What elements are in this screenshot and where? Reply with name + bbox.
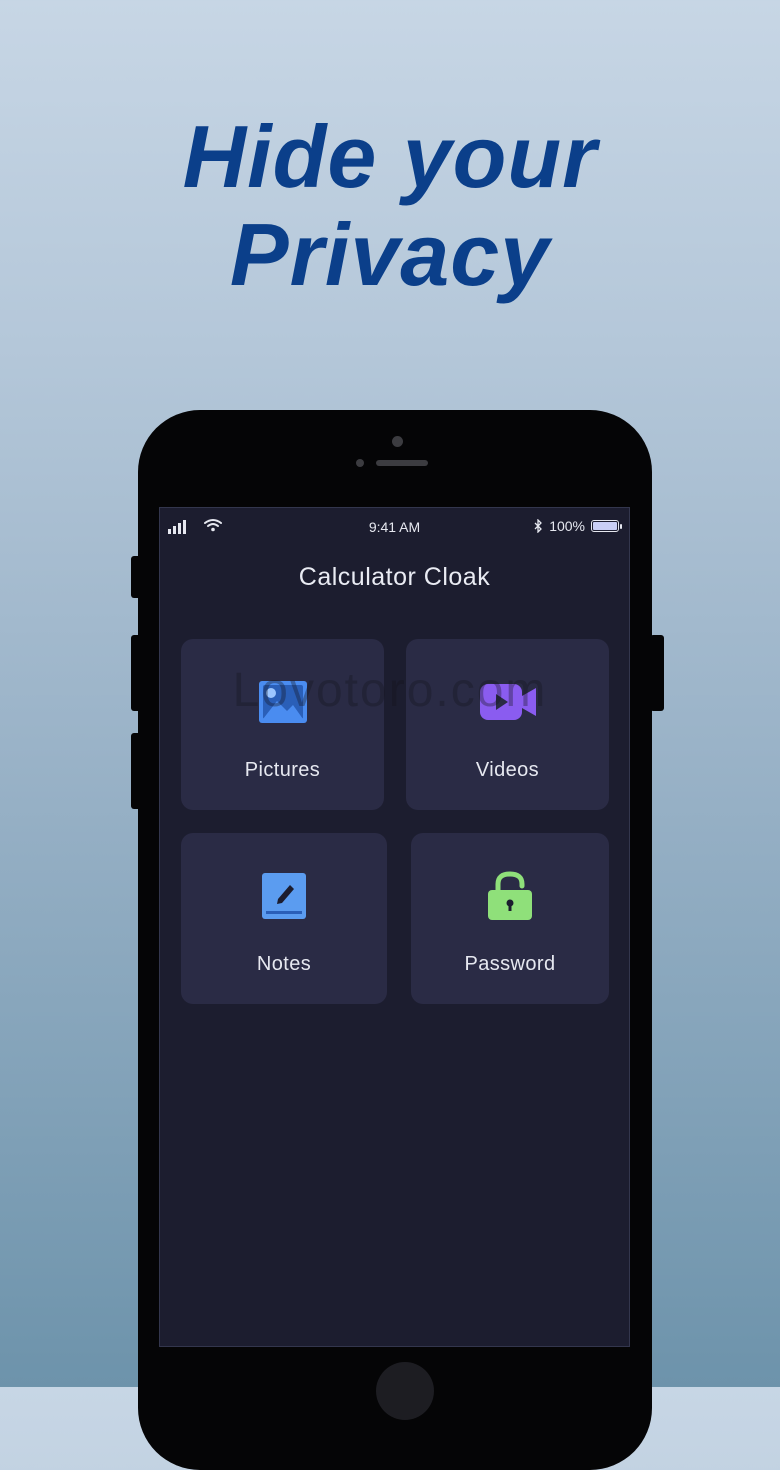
pictures-icon — [258, 681, 307, 723]
headline: Hide your Privacy — [0, 108, 780, 304]
tile-label: Notes — [256, 953, 312, 975]
status-bar: 9:41 AM 100% — [160, 508, 629, 546]
tile-pictures[interactable]: Pictures — [181, 639, 384, 810]
notes-icon — [262, 873, 306, 919]
tile-label: Videos — [475, 759, 540, 781]
lock-icon — [488, 871, 532, 920]
battery-percent: 100% — [549, 518, 585, 534]
headline-line-1: Hide your — [182, 107, 598, 206]
phone-power-button — [650, 635, 664, 711]
tile-password[interactable]: Password — [411, 833, 609, 1004]
home-button[interactable] — [376, 1362, 434, 1420]
tile-notes[interactable]: Notes — [181, 833, 387, 1004]
headline-line-2: Privacy — [229, 205, 551, 304]
camera-icon — [392, 436, 403, 447]
status-right: 100% — [534, 518, 622, 534]
app-title: Calculator Cloak — [298, 563, 491, 591]
battery-icon — [591, 520, 622, 532]
videos-icon — [479, 684, 536, 720]
tile-label: Pictures — [244, 759, 321, 781]
bluetooth-icon — [534, 519, 543, 533]
phone-screen: 9:41 AM 100% Calculator Cloak Pictures V… — [159, 507, 630, 1347]
tile-label: Password — [464, 953, 556, 975]
tile-videos[interactable]: Videos — [406, 639, 609, 810]
speaker-grille — [376, 460, 428, 466]
sensor-icon — [356, 459, 364, 467]
